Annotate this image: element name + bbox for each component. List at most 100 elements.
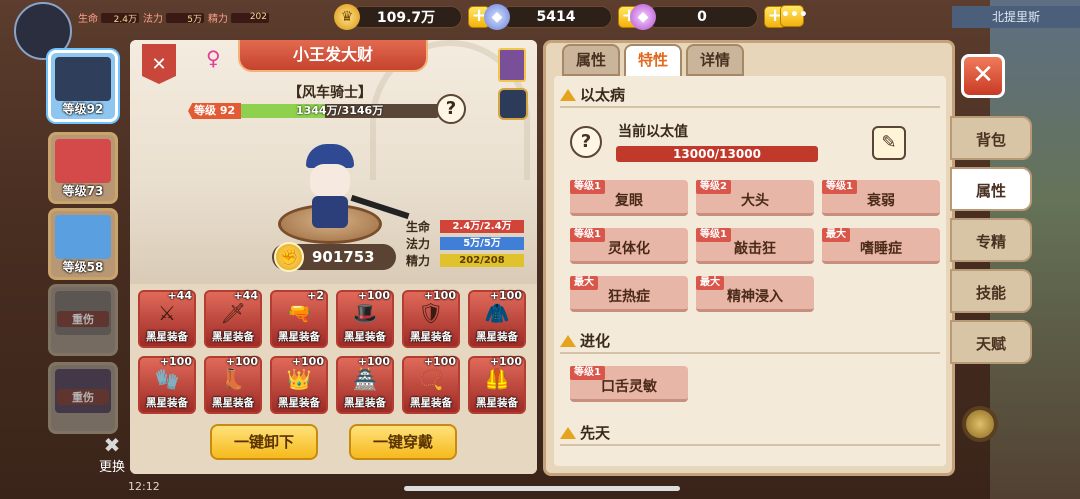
- help-button[interactable]: ?: [436, 94, 466, 124]
- class-flag-icon: ✕: [142, 44, 176, 84]
- swap-hero-button[interactable]: ✖ 更换: [92, 434, 132, 475]
- female-icon: ♀: [206, 46, 221, 70]
- hero-panel: ✕ ♀ 小王发大财 【风车骑士】 等级 92 1344万/3146万 ? 901…: [130, 40, 537, 474]
- hero-card[interactable]: 重伤: [48, 362, 118, 434]
- mini-stat-label: 精力: [208, 14, 228, 25]
- equipment-grid: ⚔ +44 黑星装备 🗡 +44 黑星装备 🔫 +2 黑星装备 🎩 +100 黑星装备 🛡 +100 黑星装…: [138, 289, 526, 414]
- side-nav-item[interactable]: 技能: [950, 269, 1032, 313]
- equipment-icon: 👑: [286, 367, 312, 391]
- mini-stat-value: 202: [249, 11, 267, 22]
- trait-chip[interactable]: 最大 精神浸入: [696, 276, 814, 312]
- ether-help-button[interactable]: ?: [570, 126, 602, 158]
- equipment-icon: 🦺: [484, 367, 510, 391]
- mini-stat-value: 5万: [187, 14, 202, 25]
- section-divider: [560, 444, 940, 446]
- trait-chip[interactable]: 等级2 大头: [696, 180, 814, 216]
- equipment-slot[interactable]: 👑 +100 黑星装备: [270, 355, 328, 414]
- trait-chip[interactable]: 等级1 口舌灵敏: [570, 366, 688, 402]
- equipment-enhance-level: +100: [357, 289, 390, 302]
- equip-all-button[interactable]: 一键穿戴: [349, 424, 457, 460]
- trait-name: 灵体化: [608, 241, 650, 257]
- equipment-enhance-level: +44: [233, 289, 258, 302]
- equipment-enhance-level: +100: [159, 355, 192, 368]
- section-triangle-icon: [560, 334, 576, 347]
- scroll-knob[interactable]: [962, 406, 998, 442]
- ether-value-bar: 13000/13000: [616, 146, 818, 162]
- side-nav-item[interactable]: 天赋: [950, 320, 1032, 364]
- mini-stats: 生命 2.4万 法力 5万 精力 202: [78, 10, 269, 25]
- section-title: 进化: [580, 332, 611, 350]
- hero-card[interactable]: 等级92: [48, 50, 118, 122]
- side-nav-item[interactable]: 专精: [950, 218, 1032, 262]
- stat-value: 5万/5万: [440, 236, 524, 250]
- close-button[interactable]: ✕: [961, 54, 1005, 98]
- hero-sprite: [290, 144, 410, 234]
- equipment-slot[interactable]: 🦺 +100 黑星装备: [468, 355, 526, 414]
- equipment-slot[interactable]: 📿 +100 黑星装备: [402, 355, 460, 414]
- equipment-enhance-level: +100: [423, 355, 456, 368]
- region-label: 北提里斯: [952, 6, 1080, 28]
- stat-row-mp: 法力 5万/5万: [406, 235, 530, 251]
- equipment-enhance-level: +100: [489, 355, 522, 368]
- equipment-slot[interactable]: 🛡 +100 黑星装备: [402, 289, 460, 348]
- gold-crown-icon: ♛: [334, 4, 360, 30]
- top-bar: 生命 2.4万 法力 5万 精力 202 ♛ 109.7万 + ◆ 5414 +…: [0, 0, 1080, 60]
- tab-traits[interactable]: 特性: [624, 44, 682, 78]
- equipment-slot[interactable]: 🗡 +44 黑星装备: [204, 289, 262, 348]
- exp-text: 1344万/3146万: [295, 104, 384, 117]
- trait-chip[interactable]: 等级1 灵体化: [570, 228, 688, 264]
- hero-level: 等级73: [62, 184, 104, 198]
- stat-row-hp: 生命 2.4万/2.4万: [406, 218, 530, 234]
- trait-chip[interactable]: 等级1 复眼: [570, 180, 688, 216]
- hero-stage: ✕ ♀ 小王发大财 【风车骑士】 等级 92 1344万/3146万 ? 901…: [130, 40, 537, 284]
- equipment-slot[interactable]: 🔫 +2 黑星装备: [270, 289, 328, 348]
- tab-attributes[interactable]: 属性: [562, 44, 620, 76]
- equipment-icon: ⚔: [158, 301, 176, 325]
- hero-card[interactable]: 等级58: [48, 208, 118, 280]
- mini-stat-hp: 生命 2.4万: [78, 10, 139, 25]
- equipment-tag: 黑星装备: [146, 331, 188, 343]
- side-nav-item[interactable]: 属性: [950, 167, 1032, 211]
- equipment-enhance-level: +100: [489, 289, 522, 302]
- trait-name: 嗜睡症: [860, 241, 902, 257]
- trait-chip[interactable]: 等级1 衰弱: [822, 180, 940, 216]
- unequip-all-button[interactable]: 一键卸下: [210, 424, 318, 460]
- equipment-slot[interactable]: ⚔ +44 黑星装备: [138, 289, 196, 348]
- armor-icon[interactable]: [498, 88, 528, 120]
- equipment-slot[interactable]: 🏯 +100 黑星装备: [336, 355, 394, 414]
- equipment-slot[interactable]: 👢 +100 黑星装备: [204, 355, 262, 414]
- level-tag: 等级 92: [188, 103, 242, 119]
- tab-details[interactable]: 详情: [686, 44, 744, 76]
- ether-current-label: 当前以太值: [618, 124, 688, 140]
- stat-value: 202/208: [440, 253, 524, 267]
- equipment-icon: 🧤: [154, 367, 180, 391]
- more-menu-button[interactable]: •••: [780, 5, 808, 27]
- stat-label: 法力: [406, 236, 431, 251]
- trait-chip[interactable]: 等级1 敲击狂: [696, 228, 814, 264]
- hero-portrait: [55, 139, 111, 183]
- edit-pencil-icon[interactable]: ✎: [872, 126, 906, 160]
- hero-card[interactable]: 等级73: [48, 132, 118, 204]
- hero-level: 等级92: [62, 102, 104, 116]
- hero-card[interactable]: 重伤: [48, 284, 118, 356]
- equipment-area: ⚔ +44 黑星装备 🗡 +44 黑星装备 🔫 +2 黑星装备 🎩 +100 黑星装备 🛡 +100 黑星装…: [130, 284, 537, 474]
- spellbook-icon[interactable]: [498, 48, 526, 82]
- trait-chip[interactable]: 最大 嗜睡症: [822, 228, 940, 264]
- equipment-icon: 🗡: [220, 301, 246, 325]
- clock-label: 12:12: [128, 480, 160, 493]
- home-indicator[interactable]: [404, 486, 680, 491]
- level-row: 等级 92 1344万/3146万: [188, 102, 438, 120]
- side-nav-item[interactable]: 背包: [950, 116, 1032, 160]
- equipment-icon: 🛡: [418, 301, 444, 325]
- equipment-enhance-level: +44: [167, 289, 192, 302]
- trait-chip[interactable]: 最大 狂热症: [570, 276, 688, 312]
- equipment-slot[interactable]: 🧥 +100 黑星装备: [468, 289, 526, 348]
- equipment-slot[interactable]: 🧤 +100 黑星装备: [138, 355, 196, 414]
- equipment-enhance-level: +2: [307, 289, 324, 302]
- trait-name: 敲击狂: [734, 241, 776, 257]
- trait-name: 复眼: [615, 193, 643, 209]
- swap-label: 更换: [98, 460, 125, 475]
- equipment-slot[interactable]: 🎩 +100 黑星装备: [336, 289, 394, 348]
- hero-name[interactable]: 小王发大财: [238, 40, 428, 72]
- mini-stat-energy: 精力 202: [208, 10, 269, 25]
